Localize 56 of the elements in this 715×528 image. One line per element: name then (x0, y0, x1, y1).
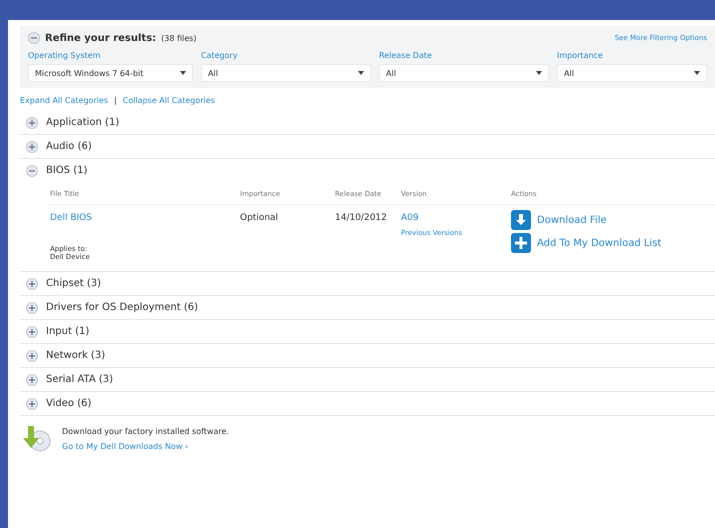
expand-icon[interactable] (26, 398, 38, 410)
filter-label: Release Date (379, 51, 433, 60)
category-name: Video (6) (46, 398, 92, 409)
category-name: Input (1) (46, 326, 90, 337)
action-link[interactable]: Add To My Download List (537, 238, 662, 248)
dropdown-caret-icon (358, 71, 364, 75)
expand-collapse-link[interactable]: Expand All Categories (20, 96, 108, 105)
dropdown-caret-icon (694, 71, 700, 75)
importance-cell: Optional (240, 213, 278, 223)
collapse-icon[interactable] (26, 164, 38, 176)
filter-label: Importance (557, 51, 604, 60)
my-downloads-link[interactable]: Go to My Dell Downloads Now › (62, 442, 229, 451)
category-row[interactable]: Chipset (3) (20, 272, 715, 295)
category-name: BIOS (1) (46, 165, 88, 176)
dropdown-caret-icon (180, 71, 186, 75)
category-name: Chipset (3) (46, 278, 102, 289)
category-row[interactable]: Application (1) (20, 111, 715, 134)
category-row[interactable]: Input (1) (20, 320, 715, 343)
category-name: Serial ATA (3) (46, 374, 114, 385)
file-count: (38 files) (161, 34, 196, 42)
expand-icon[interactable] (26, 374, 38, 386)
filter-dropdown[interactable]: All (557, 64, 707, 82)
separator: | (114, 96, 117, 105)
category-row[interactable]: Video (6) (20, 392, 715, 415)
category-name: Application (1) (46, 117, 120, 128)
category-row[interactable]: Network (3) (20, 344, 715, 367)
category-row[interactable]: Serial ATA (3) (20, 368, 715, 391)
dropdown-caret-icon (536, 71, 542, 75)
filter-label: Operating System (28, 51, 102, 60)
filter-dropdown[interactable]: All (379, 64, 549, 82)
expand-collapse-link[interactable]: Collapse All Categories (122, 96, 215, 105)
category-row[interactable]: Audio (6) (20, 135, 715, 158)
collapse-icon[interactable] (28, 32, 40, 44)
category-row[interactable]: BIOS (1) (20, 159, 715, 182)
expand-icon[interactable] (26, 140, 38, 152)
download-icon[interactable] (511, 210, 531, 230)
category-name: Network (3) (46, 350, 106, 361)
filter-dropdown[interactable]: Microsoft Windows 7 64-bit (28, 64, 193, 82)
expand-icon[interactable] (26, 116, 38, 128)
expand-icon[interactable] (26, 302, 38, 314)
factory-software-text: Download your factory installed software. (62, 427, 229, 436)
file-title-link[interactable]: Dell BIOS (50, 213, 240, 223)
expand-icon[interactable] (26, 350, 38, 362)
add-icon[interactable] (511, 233, 531, 253)
action-link[interactable]: Download File (537, 214, 607, 226)
release-date-cell: 14/10/2012 (335, 213, 387, 223)
software-disc-icon (22, 424, 52, 454)
version-link[interactable]: A09 (401, 213, 511, 223)
category-name: Drivers for OS Deployment (6) (46, 302, 198, 313)
expand-icon[interactable] (26, 326, 38, 338)
filter-dropdown[interactable]: All (201, 64, 371, 82)
expand-icon[interactable] (26, 278, 38, 290)
refine-title: Refine your results: (45, 32, 156, 44)
category-row[interactable]: Drivers for OS Deployment (6) (20, 296, 715, 319)
filter-label: Category (201, 51, 239, 60)
category-name: Audio (6) (46, 141, 92, 152)
